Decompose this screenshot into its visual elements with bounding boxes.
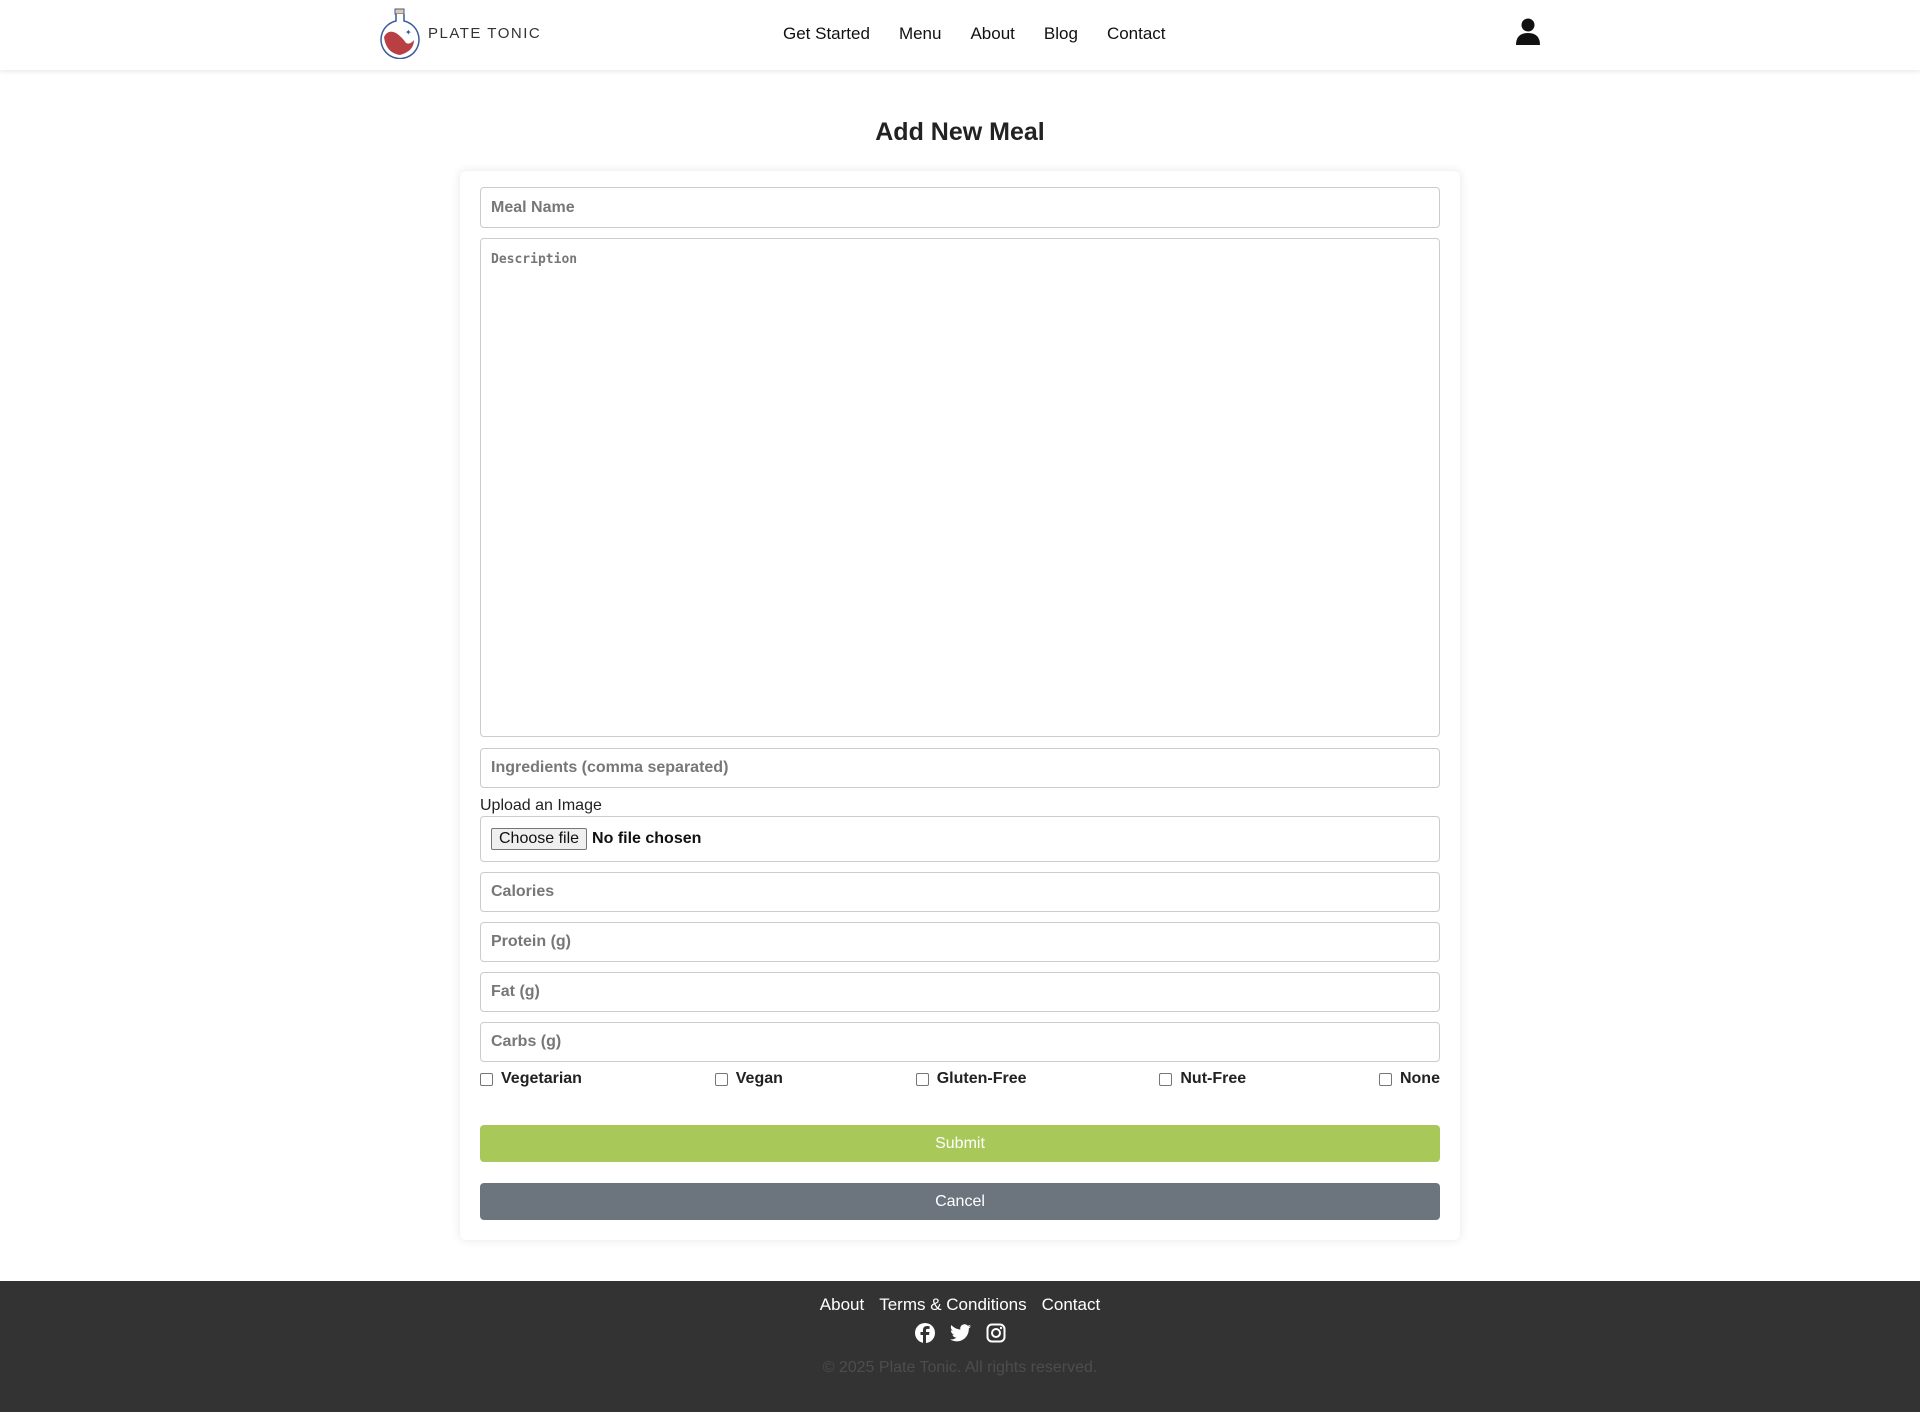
option-vegetarian[interactable]: Vegetarian xyxy=(480,1070,582,1088)
nav-about[interactable]: About xyxy=(970,24,1014,44)
nav-get-started[interactable]: Get Started xyxy=(783,24,870,44)
facebook-icon[interactable] xyxy=(914,1323,935,1343)
footer-about-link[interactable]: About xyxy=(820,1295,864,1315)
gluten-free-checkbox[interactable] xyxy=(915,1072,929,1086)
footer-terms-link[interactable]: Terms & Conditions xyxy=(879,1295,1026,1315)
option-label: Vegan xyxy=(735,1070,783,1087)
option-label: None xyxy=(1399,1070,1440,1087)
twitter-icon[interactable] xyxy=(949,1323,971,1343)
option-none[interactable]: None xyxy=(1378,1070,1440,1088)
user-account-icon[interactable] xyxy=(1516,18,1540,51)
cancel-button[interactable]: Cancel xyxy=(480,1183,1440,1220)
option-label: Nut-Free xyxy=(1180,1070,1247,1087)
main-nav: Get Started Menu About Blog Contact xyxy=(783,24,1166,44)
logo-flask-icon: ✦ xyxy=(380,8,420,59)
vegan-checkbox[interactable] xyxy=(714,1072,728,1086)
ingredients-input[interactable]: Ingredients (comma separated) xyxy=(480,748,1440,788)
description-textarea[interactable]: Description xyxy=(480,238,1440,737)
image-upload-field: Choose file No file chosen xyxy=(480,816,1440,862)
protein-input[interactable]: Protein (g) xyxy=(480,922,1440,962)
site-footer: About Terms & Conditions Contact © 2025 … xyxy=(0,1281,1920,1412)
copyright: © 2025 Plate Tonic. All rights reserved. xyxy=(822,1359,1098,1376)
meal-name-input[interactable]: Meal Name xyxy=(480,187,1440,228)
add-meal-form: Meal Name Description Ingredients (comma… xyxy=(460,171,1460,1240)
diet-options: Vegetarian Vegan Gluten-Free Nut-Free No… xyxy=(480,1070,1440,1088)
option-nut-free[interactable]: Nut-Free xyxy=(1159,1070,1246,1088)
logo[interactable]: ✦ PLATE TONIC xyxy=(378,7,541,59)
upload-label: Upload an Image xyxy=(480,797,602,814)
nav-contact[interactable]: Contact xyxy=(1107,24,1166,44)
option-label: Vegetarian xyxy=(501,1070,582,1087)
instagram-icon[interactable] xyxy=(986,1323,1006,1343)
nav-menu[interactable]: Menu xyxy=(899,24,942,44)
svg-text:✦: ✦ xyxy=(405,28,412,37)
file-status: No file chosen xyxy=(592,830,702,847)
nav-blog[interactable]: Blog xyxy=(1044,24,1078,44)
fat-input[interactable]: Fat (g) xyxy=(480,972,1440,1012)
footer-contact-link[interactable]: Contact xyxy=(1042,1295,1101,1315)
option-vegan[interactable]: Vegan xyxy=(714,1070,783,1088)
carbs-input[interactable]: Carbs (g) xyxy=(480,1022,1440,1062)
submit-button[interactable]: Submit xyxy=(480,1125,1440,1162)
option-label: Gluten-Free xyxy=(936,1070,1027,1087)
vegetarian-checkbox[interactable] xyxy=(480,1072,493,1086)
brand-name: PLATE TONIC xyxy=(428,24,542,42)
calories-input[interactable]: Calories xyxy=(480,872,1440,912)
site-header: ✦ PLATE TONIC Get Started Menu About Blo… xyxy=(0,0,1920,70)
choose-file-button[interactable]: Choose file xyxy=(491,828,588,850)
option-gluten-free[interactable]: Gluten-Free xyxy=(915,1070,1027,1088)
page-title: Add New Meal xyxy=(875,118,1045,146)
nut-free-checkbox[interactable] xyxy=(1159,1072,1173,1086)
none-checkbox[interactable] xyxy=(1378,1072,1392,1086)
